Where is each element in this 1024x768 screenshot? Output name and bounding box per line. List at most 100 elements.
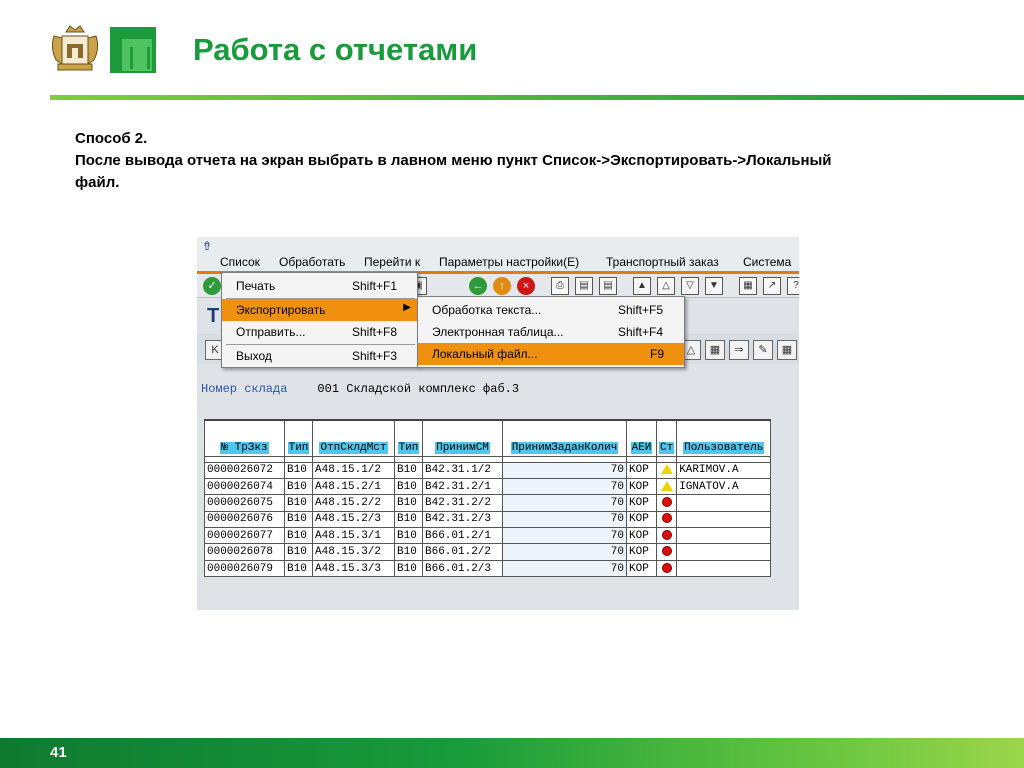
cell-type: B10 xyxy=(284,527,313,545)
grid-icon[interactable]: ▦ xyxy=(777,340,797,360)
prev-page-icon[interactable]: △ xyxy=(657,277,675,295)
submenu-arrow-icon: ▶ xyxy=(403,302,411,313)
window-menu-icon[interactable]: ⇮ xyxy=(202,239,212,253)
cell-src-bin: A48.15.3/1 xyxy=(312,527,395,545)
cell-type: B10 xyxy=(394,527,423,545)
cell-dest-bin: B66.01.2/1 xyxy=(422,527,503,545)
cell-order: 0000026078 xyxy=(204,543,285,561)
warehouse-label: Номер склада xyxy=(201,382,288,396)
help-icon[interactable]: ? xyxy=(787,277,799,295)
menu-spisok[interactable]: Список xyxy=(220,255,260,269)
cell-dest-bin: B42.31.1/2 xyxy=(422,461,503,479)
print-icon[interactable]: ⎙ xyxy=(551,277,569,295)
cell-user: KARIMOV.A xyxy=(676,461,772,479)
menu-item-label: Печать xyxy=(236,279,276,293)
menu-pereyti[interactable]: Перейти к xyxy=(364,255,420,269)
first-page-icon[interactable]: ▲ xyxy=(633,277,651,295)
menu-sistema[interactable]: Система xyxy=(743,255,791,269)
error-light-icon xyxy=(661,546,672,557)
cell-order: 0000026072 xyxy=(204,461,285,479)
table-row[interactable]: 0000026074 B10 A48.15.2/1 B10 B42.31.2/1… xyxy=(204,477,772,496)
cell-status xyxy=(655,494,678,512)
page-number: 41 xyxy=(50,744,67,761)
find-next-icon[interactable]: ▤ xyxy=(599,277,617,295)
cell-dest-bin: B66.01.2/2 xyxy=(422,543,503,561)
edit-icon[interactable]: ✎ xyxy=(753,340,773,360)
cell-order: 0000026076 xyxy=(204,510,285,529)
find-icon[interactable]: ▤ xyxy=(575,277,593,295)
menu-item-print[interactable]: Печать Shift+F1 xyxy=(222,275,417,297)
warning-icon xyxy=(660,480,673,491)
menu-parametry[interactable]: Параметры настройки(Е) xyxy=(439,255,579,269)
col-header[interactable]: ОтпСклдМст xyxy=(312,419,395,457)
cell-uom: KOP xyxy=(626,527,657,545)
cell-uom: KOP xyxy=(626,543,657,561)
col-header[interactable]: Тип xyxy=(394,419,423,457)
new-session-icon[interactable]: ▦ xyxy=(739,277,757,295)
col-header[interactable]: ПринимСМ xyxy=(422,419,503,457)
menu-item-send[interactable]: Отправить... Shift+F8 xyxy=(222,321,417,343)
cell-user xyxy=(676,510,772,529)
col-header[interactable]: Ст xyxy=(655,419,678,457)
col-header[interactable]: Тип xyxy=(284,419,313,457)
sap-window-screenshot: ⇮ Список Обработать Перейти к Параметры … xyxy=(197,237,799,610)
cell-src-bin: A48.15.3/2 xyxy=(312,543,395,561)
export-icon[interactable]: ⇒ xyxy=(729,340,749,360)
menu-item-exit[interactable]: Выход Shift+F3 xyxy=(222,345,417,367)
cell-status xyxy=(655,510,678,529)
cell-qty: 70 xyxy=(502,543,627,561)
menu-transport[interactable]: Транспортный заказ xyxy=(606,255,719,269)
error-light-icon xyxy=(661,562,672,573)
layout-icon[interactable]: ▦ xyxy=(705,340,725,360)
menu-item-spreadsheet[interactable]: Электронная таблица... Shift+F4 xyxy=(418,321,684,343)
cell-src-bin: A48.15.1/2 xyxy=(312,461,395,479)
table-header-row: № ТрЗкз Тип ОтпСклдМст Тип ПринимСМ Прин… xyxy=(204,419,772,457)
menu-obrabotat[interactable]: Обработать xyxy=(279,255,345,269)
cell-type: B10 xyxy=(394,477,423,496)
menu-item-text-processing[interactable]: Обработка текста... Shift+F5 xyxy=(418,299,684,321)
cell-status xyxy=(655,527,678,545)
shortcut-icon[interactable]: ↗ xyxy=(763,277,781,295)
cell-uom: KOP xyxy=(626,494,657,512)
instruction-line: Способ 2. xyxy=(75,130,148,147)
exit-icon[interactable]: ↑ xyxy=(493,277,511,295)
table-row[interactable]: 0000026076 B10 A48.15.2/3 B10 B42.31.2/3… xyxy=(204,510,772,529)
brand-green-square xyxy=(110,27,156,73)
table-row[interactable]: 0000026075 B10 A48.15.2/2 B10 B42.31.2/2… xyxy=(204,494,772,512)
menu-item-shortcut: Shift+F5 xyxy=(618,303,664,317)
list-dropdown-menu: Печать Shift+F1 Экспортировать ▶ Отправи… xyxy=(221,272,418,368)
cell-order: 0000026075 xyxy=(204,494,285,512)
cell-status xyxy=(655,543,678,561)
col-header[interactable]: ПринимЗаданКолич xyxy=(502,419,627,457)
check-icon[interactable]: ✓ xyxy=(203,277,221,295)
col-header[interactable]: АЕИ xyxy=(626,419,657,457)
cancel-icon[interactable]: × xyxy=(517,277,535,295)
table-row[interactable]: 0000026077 B10 A48.15.3/1 B10 B66.01.2/1… xyxy=(204,527,772,545)
cell-uom: KOP xyxy=(626,477,657,496)
menu-item-label: Электронная таблица... xyxy=(432,325,564,339)
cell-type: B10 xyxy=(394,494,423,512)
menu-item-local-file[interactable]: Локальный файл... F9 xyxy=(418,343,684,365)
table-row[interactable]: 0000026078 B10 A48.15.3/2 B10 B66.01.2/2… xyxy=(204,543,772,561)
menu-item-shortcut: Shift+F8 xyxy=(352,325,398,339)
report-title: Т xyxy=(207,305,220,327)
cell-src-bin: A48.15.2/2 xyxy=(312,494,395,512)
back-icon[interactable]: ← xyxy=(469,277,487,295)
menu-item-export[interactable]: Экспортировать ▶ xyxy=(222,299,417,321)
cell-uom: KOP xyxy=(626,559,657,578)
table-row[interactable]: 0000026079 B10 A48.15.3/3 B10 B66.01.2/3… xyxy=(204,559,772,578)
menu-item-label: Отправить... xyxy=(236,325,306,339)
instruction-line: После вывода отчета на экран выбрать в л… xyxy=(75,152,832,169)
cell-dest-bin: B42.31.2/2 xyxy=(422,494,503,512)
cell-type: B10 xyxy=(284,477,313,496)
warehouse-value: 001 Складской комплекс фаб.3 xyxy=(317,382,520,396)
main-menubar: Список Обработать Перейти к Параметры на… xyxy=(197,253,799,273)
col-header[interactable]: Пользователь xyxy=(676,419,772,457)
col-header[interactable]: № ТрЗкз xyxy=(204,419,285,457)
last-page-icon[interactable]: ▼ xyxy=(705,277,723,295)
menu-item-shortcut: Shift+F1 xyxy=(352,279,398,293)
cell-type: B10 xyxy=(284,510,313,529)
next-page-icon[interactable]: ▽ xyxy=(681,277,699,295)
header-divider xyxy=(50,95,1024,100)
table-row[interactable]: 0000026072 B10 A48.15.1/2 B10 B42.31.1/2… xyxy=(204,461,772,479)
